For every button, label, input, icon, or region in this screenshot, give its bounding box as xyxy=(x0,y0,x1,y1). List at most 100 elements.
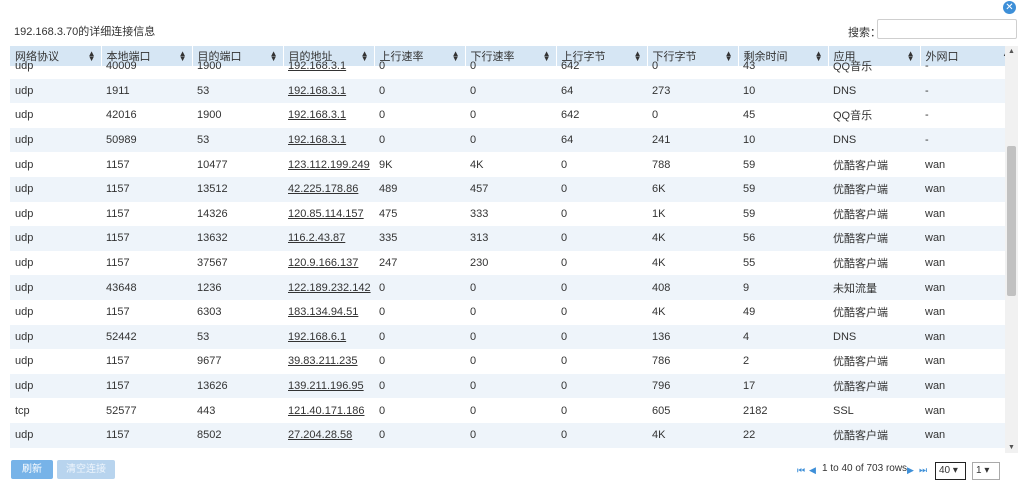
table-cell: 0 xyxy=(379,281,386,294)
table-cell: wan xyxy=(925,158,946,171)
next-page-icon[interactable]: ▶ xyxy=(907,465,914,476)
table-cell: 136 xyxy=(652,330,671,343)
table-cell: 0 xyxy=(465,448,556,454)
destination-address-link[interactable]: 183.134.94.51 xyxy=(283,300,374,325)
first-page-icon[interactable]: ⏮ xyxy=(797,465,805,476)
destination-address-link[interactable]: 42.225.178.86 xyxy=(283,177,374,202)
destination-address-link[interactable]: 120.9.166.137 xyxy=(283,251,374,276)
table-cell: 2182 xyxy=(743,404,768,417)
prev-page-icon[interactable]: ◀ xyxy=(809,465,816,476)
table-row[interactable]: tcp 52577 443 121.40.171.186 0 0 0 605 2182 SSL wa… xyxy=(10,398,1005,423)
table-row[interactable]: udp 50989 53 192.168.3.1 0 0 64 241 10 DNS - xyxy=(10,127,1005,153)
table-cell: 8502 xyxy=(197,429,222,442)
table-scrollbar[interactable]: ▲ ▼ xyxy=(1005,46,1018,453)
table-cell: udp xyxy=(15,429,34,442)
destination-address-link[interactable]: 192.168.3.1 xyxy=(283,54,374,79)
destination-address-link[interactable]: 60.10.27.77 xyxy=(283,448,374,454)
table-cell: 10 xyxy=(743,84,756,97)
table-cell: tcp xyxy=(15,404,30,417)
destination-address-link[interactable]: 122.189.232.142 xyxy=(283,275,374,300)
table-cell: udp xyxy=(15,84,34,97)
table-row[interactable]: udp 1157 8502 27.204.28.58 0 0 0 4K 22 优酷客户端 wan xyxy=(10,422,1005,448)
table-cell: wan xyxy=(925,281,946,294)
table-cell: 59 xyxy=(743,207,756,220)
table-cell: 4K xyxy=(470,158,484,171)
connections-table-container: 网络协议 ▲ ▼ 本地端口 ▲ ▼ 目的端口 ▲ ▼ 目的地址 ▲ ▼ 上行速率 ▲ ▼ 下行速率 ▲ ▼ 上行字节… xyxy=(10,46,1005,453)
table-cell: 64 xyxy=(561,84,574,97)
destination-address-link[interactable]: 39.83.211.235 xyxy=(283,349,374,374)
table-cell: 0 xyxy=(561,281,568,294)
table-cell: 786 xyxy=(652,355,671,368)
table-cell: udp xyxy=(15,281,34,294)
table-cell: 0 xyxy=(470,380,477,393)
destination-address-link[interactable]: 27.204.28.58 xyxy=(283,423,374,448)
close-icon[interactable]: ✕ xyxy=(1003,1,1016,14)
scrollbar-thumb[interactable] xyxy=(1007,146,1016,296)
scroll-down-icon[interactable]: ▼ xyxy=(1008,444,1015,451)
table-cell: 2 xyxy=(743,355,750,368)
destination-address-link[interactable]: 120.85.114.157 xyxy=(283,202,374,227)
table-row[interactable]: udp 52442 53 192.168.6.1 0 0 0 136 4 DNS wan xyxy=(10,324,1005,350)
table-cell: udp xyxy=(15,330,34,343)
destination-address-link[interactable]: 192.168.3.1 xyxy=(283,103,374,128)
table-row[interactable]: udp 1157 10477 123.112.199.249 9K 4K 0 788 59 优酷客… xyxy=(10,152,1005,177)
last-page-icon[interactable]: ⏭ xyxy=(919,465,927,476)
table-cell: 443 xyxy=(197,404,216,417)
table-cell: 40009 xyxy=(106,60,137,73)
table-cell: 605 xyxy=(652,404,671,417)
table-row[interactable]: udp1157941060.10.27.770004K30优酷客户端wan xyxy=(10,448,1005,454)
table-cell: SSL xyxy=(833,404,854,417)
scroll-up-icon[interactable]: ▲ xyxy=(1008,48,1015,55)
table-cell: udp xyxy=(10,448,101,454)
page-number-select[interactable]: 1 ▾ xyxy=(972,462,1000,480)
table-row[interactable]: udp 42016 1900 192.168.3.1 0 0 642 0 45 QQ音乐 - xyxy=(10,103,1005,128)
table-row[interactable]: udp 1157 9677 39.83.211.235 0 0 0 786 2 优酷客户端 wan xyxy=(10,349,1005,374)
table-cell: wan xyxy=(925,429,946,442)
table-cell: 0 xyxy=(379,380,386,393)
table-cell: udp xyxy=(15,232,34,245)
table-row[interactable]: udp 1157 14326 120.85.114.157 475 333 0 1K 59 优酷客… xyxy=(10,202,1005,227)
destination-address-link[interactable]: 192.168.3.1 xyxy=(283,128,374,153)
table-cell: wan xyxy=(925,257,946,270)
table-cell: 优酷客户端 xyxy=(833,233,888,246)
table-cell: 45 xyxy=(743,109,756,122)
table-cell: wan xyxy=(925,355,946,368)
table-cell: 1157 xyxy=(106,429,130,442)
table-cell: 0 xyxy=(561,232,568,245)
table-row[interactable]: udp 43648 1236 122.189.232.142 0 0 0 408 9 未知流量 wa… xyxy=(10,275,1005,300)
table-cell: 0 xyxy=(379,404,386,417)
table-cell: wan xyxy=(925,404,946,417)
table-row[interactable]: udp 1911 53 192.168.3.1 0 0 64 273 10 DNS - xyxy=(10,78,1005,104)
destination-address-link[interactable]: 192.168.6.1 xyxy=(283,325,374,350)
table-cell: 0 xyxy=(561,355,568,368)
table-cell: 475 xyxy=(379,207,398,220)
table-cell: 0 xyxy=(556,448,647,454)
table-cell: 0 xyxy=(561,429,568,442)
destination-address-link[interactable]: 116.2.43.87 xyxy=(283,226,374,251)
table-cell: 0 xyxy=(561,380,568,393)
table-cell: 0 xyxy=(470,134,477,147)
table-cell: 4K xyxy=(652,257,666,270)
search-input[interactable] xyxy=(877,19,1017,39)
destination-address-link[interactable]: 139.211.196.95 xyxy=(283,374,374,399)
table-row[interactable]: udp 1157 13512 42.225.178.86 489 457 0 6K 59 优酷客户… xyxy=(10,176,1005,202)
table-row[interactable]: udp 1157 6303 183.134.94.51 0 0 0 4K 49 优酷客户端 wan xyxy=(10,300,1005,325)
table-cell: 0 xyxy=(561,183,568,196)
table-row[interactable]: udp 1157 37567 120.9.166.137 247 230 0 4K 55 优酷客户… xyxy=(10,251,1005,276)
table-cell: 56 xyxy=(743,232,756,245)
table-cell: 43648 xyxy=(106,281,137,294)
destination-address-link[interactable]: 192.168.3.1 xyxy=(283,79,374,104)
table-row[interactable]: udp 40009 1900 192.168.3.1 0 0 642 0 43 QQ音乐 - xyxy=(10,54,1005,79)
table-cell: 14326 xyxy=(197,207,228,220)
table-cell: 1157 xyxy=(106,355,130,368)
page-size-select[interactable]: 40 ▾ xyxy=(935,462,966,480)
refresh-button[interactable]: 刷新 xyxy=(11,460,53,479)
table-row[interactable]: udp 1157 13626 139.211.196.95 0 0 0 796 17 优酷客户端 w… xyxy=(10,373,1005,399)
table-cell: 0 xyxy=(470,60,477,73)
table-cell: 0 xyxy=(470,404,477,417)
destination-address-link[interactable]: 123.112.199.249 xyxy=(283,152,374,177)
clear-connections-button[interactable]: 清空连接 xyxy=(57,460,115,479)
table-cell: 10 xyxy=(743,134,756,147)
destination-address-link[interactable]: 121.40.171.186 xyxy=(283,398,374,423)
table-row[interactable]: udp 1157 13632 116.2.43.87 335 313 0 4K 56 优酷客户端 w… xyxy=(10,226,1005,251)
